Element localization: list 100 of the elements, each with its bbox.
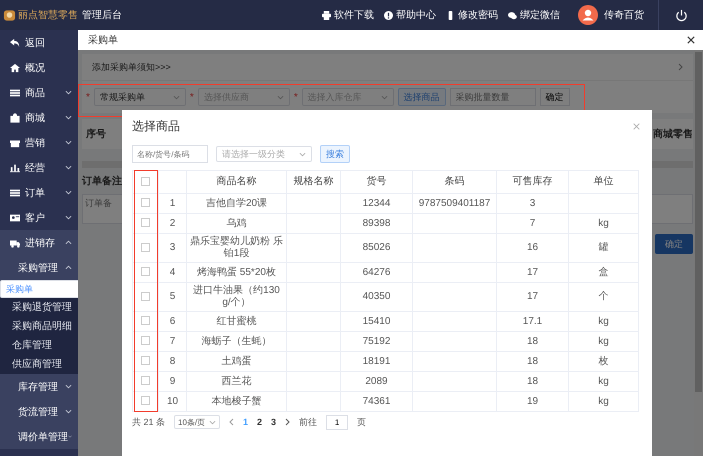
table-cell: 16 <box>496 234 568 262</box>
dialog-title: 选择商品 <box>132 118 180 134</box>
table-cell: 个 <box>568 282 638 312</box>
table-cell: 18 <box>496 352 568 372</box>
row-checkbox[interactable] <box>141 292 150 301</box>
power-icon[interactable] <box>674 8 688 22</box>
header-link[interactable]: 修改密码 <box>446 8 498 22</box>
row-checkbox[interactable] <box>141 198 150 208</box>
list-icon <box>10 188 20 198</box>
row-checkbox[interactable] <box>141 396 150 406</box>
select-all-checkbox[interactable] <box>141 176 150 186</box>
table-cell: 19 <box>496 392 568 412</box>
table-cell: 进口牛油果（约130g/个） <box>186 282 286 312</box>
table-cell: kg <box>568 312 638 332</box>
header-link[interactable]: 帮助中心 <box>384 8 436 22</box>
sidebar-item[interactable]: 营销 <box>0 130 78 155</box>
chevron-right-icon <box>678 63 683 71</box>
table-cell: 18191 <box>340 352 412 372</box>
required-mark: * <box>294 92 298 102</box>
sidebar-subitem[interactable]: 供应商管理 <box>0 355 78 374</box>
user-name[interactable]: 传奇百货 <box>604 8 644 22</box>
page-tab[interactable]: 采购单 <box>88 33 118 47</box>
sidebar-item[interactable]: 经营 <box>0 155 78 180</box>
page-link[interactable]: 3 <box>271 417 276 427</box>
row-checkbox[interactable] <box>141 218 150 228</box>
column-header: 货号 <box>340 170 412 194</box>
sidebar-subitem[interactable]: 采购商品明细 <box>0 317 78 336</box>
header-link[interactable]: 软件下载 <box>322 8 374 22</box>
chevron-down-icon <box>172 94 180 100</box>
table-cell: 89398 <box>340 214 412 234</box>
row-checkbox[interactable] <box>141 242 150 252</box>
sidebar-subitem[interactable]: 仓库管理 <box>0 336 78 355</box>
bag-icon <box>10 112 20 122</box>
chevron-right-icon[interactable] <box>285 418 290 426</box>
table-cell: 85026 <box>340 234 412 262</box>
table-cell: 40350 <box>340 282 412 312</box>
sidebar-item[interactable]: 货流管理 <box>0 399 78 424</box>
page-size-select[interactable]: 10条/页 <box>174 415 220 429</box>
header-link[interactable]: 绑定微信 <box>508 8 560 22</box>
order-type-select[interactable]: 常规采购单 <box>94 88 186 106</box>
chevron-down-icon <box>65 215 72 220</box>
search-button[interactable]: 搜索 <box>320 145 350 163</box>
chevron-down-icon <box>65 409 72 414</box>
sidebar-item[interactable]: 返回 <box>0 30 78 55</box>
info-icon <box>384 10 393 20</box>
table-cell: 盒 <box>568 262 638 282</box>
table-cell: 海蛎子（生蚝） <box>186 332 286 352</box>
chevron-down-icon <box>65 165 72 170</box>
chevron-left-icon[interactable] <box>229 418 234 426</box>
column-header: 商城零售 <box>653 127 693 141</box>
sidebar-item[interactable]: 调价单管理 <box>0 424 78 449</box>
table-cell: kg <box>568 392 638 412</box>
row-checkbox[interactable] <box>141 267 150 276</box>
search-field[interactable]: 名称/货号/条码 <box>132 145 208 163</box>
quantity-field[interactable]: 采购批量数量 <box>450 88 536 106</box>
table-cell: 17 <box>496 262 568 282</box>
table-cell: 7 <box>496 214 568 234</box>
row-checkbox[interactable] <box>141 316 150 326</box>
sidebar-item[interactable]: 采购管理 <box>0 255 78 280</box>
table-cell: 罐 <box>568 234 638 262</box>
chevron-up-icon <box>65 240 72 245</box>
row-checkbox[interactable] <box>141 376 150 386</box>
chevron-down-icon <box>209 420 216 424</box>
page-link[interactable]: 2 <box>257 417 262 427</box>
chevron-down-icon <box>299 152 306 156</box>
remark-label: 订单备注 <box>82 174 122 188</box>
table-cell: 本地梭子蟹 <box>186 392 286 412</box>
sidebar-item[interactable]: 商品 <box>0 80 78 105</box>
add-button[interactable]: 确定 <box>540 88 570 106</box>
table-cell: 18 <box>496 372 568 392</box>
back-arrow-icon <box>10 38 20 48</box>
row-checkbox[interactable] <box>141 356 150 366</box>
chevron-down-icon <box>65 115 72 120</box>
chat-icon <box>508 10 517 20</box>
table-cell: kg <box>568 372 638 392</box>
table-cell: 西兰花 <box>186 372 286 392</box>
sidebar-item[interactable]: 库存管理 <box>0 374 78 399</box>
table-cell: 7 <box>158 332 186 352</box>
close-icon[interactable] <box>687 36 695 44</box>
sidebar-subitem[interactable]: 采购退货管理 <box>0 298 78 317</box>
logo-text: 丽点智慧零售 <box>18 8 78 22</box>
sidebar-item[interactable]: 客户 <box>0 205 78 230</box>
gift-icon <box>10 138 20 148</box>
table-cell: 12344 <box>340 194 412 214</box>
notice-bar[interactable]: 添加采购单须知>>> <box>82 54 693 81</box>
column-header: 单位 <box>568 170 638 194</box>
page-number-field[interactable]: 1 <box>326 414 348 430</box>
sidebar-item[interactable]: 商城 <box>0 105 78 130</box>
sidebar-item[interactable]: 概况 <box>0 55 78 80</box>
row-checkbox[interactable] <box>141 336 150 346</box>
table-cell: 烤海鸭蛋 55*20枚 <box>186 262 286 282</box>
required-mark: * <box>86 92 90 102</box>
table-cell: 2 <box>158 214 186 234</box>
sidebar-item[interactable]: 订单 <box>0 180 78 205</box>
sidebar-item[interactable]: 进销存 <box>0 230 78 255</box>
table-cell: 土鸡蛋 <box>186 352 286 372</box>
table-cell: 4 <box>158 262 186 282</box>
column-header: 序号 <box>86 127 106 141</box>
house-icon <box>10 62 20 72</box>
avatar-icon[interactable] <box>578 5 598 25</box>
